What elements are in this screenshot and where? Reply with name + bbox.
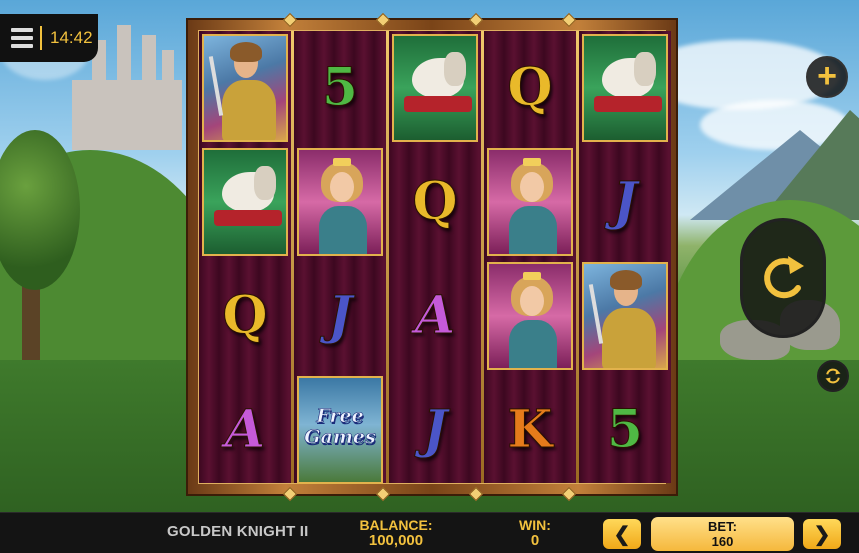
reel-3: QAJ <box>389 31 481 483</box>
balance-label: BALANCE: <box>359 517 433 533</box>
bet-display[interactable]: BET: 160 <box>651 517 794 551</box>
reel-4: QK <box>484 31 576 483</box>
reel-cell <box>389 31 481 145</box>
princess-symbol <box>487 262 573 370</box>
reel-cell <box>484 259 576 373</box>
win-display: WIN: 0 <box>506 517 564 549</box>
free-games-label: Free Games <box>299 405 381 448</box>
chevron-right-icon: ❯ <box>813 523 831 546</box>
menu-icon[interactable] <box>11 28 33 48</box>
autoplay-button[interactable] <box>817 360 849 392</box>
free-games-label-line1: Free <box>316 405 364 427</box>
bet-label: BET: <box>708 519 737 534</box>
princess-symbol <box>487 148 573 256</box>
bottom-bar: GOLDEN KNIGHT II BALANCE: 100,000 WIN: 0… <box>0 512 859 553</box>
reel-frame: Q A 5 J Free Games Q A J Q K J 5 <box>186 12 678 502</box>
symbol-j: J <box>612 171 638 232</box>
spin-button[interactable] <box>740 218 826 338</box>
symbol-q: Q <box>507 57 553 118</box>
reel-cell: Q <box>389 145 481 259</box>
symbol-j: J <box>422 399 448 460</box>
free-games-symbol: Free Games <box>297 376 383 484</box>
symbol-a: A <box>224 399 266 460</box>
spin-icon <box>764 256 804 299</box>
reel-cell: Q <box>484 31 576 145</box>
bet-increase-button[interactable]: ❯ <box>803 519 841 549</box>
free-games-label-line2: Games <box>304 426 376 448</box>
game-title: GOLDEN KNIGHT II <box>167 523 309 540</box>
knight-symbol <box>582 262 668 370</box>
autoplay-icon <box>825 368 841 384</box>
reel-cell <box>294 145 386 259</box>
plus-icon: + <box>817 57 837 95</box>
reel-cell <box>199 31 291 145</box>
reel-cell <box>579 259 671 373</box>
reel-cell: Q <box>199 259 291 373</box>
reel-cell <box>484 145 576 259</box>
bet-decrease-button[interactable]: ❮ <box>603 519 641 549</box>
chevron-left-icon: ❮ <box>613 523 631 546</box>
reel-cell: J <box>579 145 671 259</box>
reel-1: QA <box>199 31 291 483</box>
reel-cell <box>199 145 291 259</box>
reel-5: J5 <box>579 31 671 483</box>
symbol-5: 5 <box>606 399 644 460</box>
symbol-q: Q <box>412 171 458 232</box>
reel-cell: A <box>389 259 481 373</box>
horse-symbol <box>202 148 288 256</box>
reel-cell: J <box>389 373 481 487</box>
reels-area: Q A 5 J Free Games Q A J Q K J 5 <box>198 30 671 484</box>
symbol-j: J <box>327 285 353 346</box>
win-label: WIN: <box>519 517 551 533</box>
symbol-a: A <box>414 285 456 346</box>
horse-symbol <box>582 34 668 142</box>
reel-cell <box>579 31 671 145</box>
win-value: 0 <box>530 532 540 549</box>
reel-cell: 5 <box>579 373 671 487</box>
symbol-k: K <box>507 399 553 460</box>
reel-2: 5 J Free Games <box>294 31 386 484</box>
status-divider <box>40 26 42 50</box>
reel-cell: K <box>484 373 576 487</box>
reel-cell: Free Games <box>294 373 386 487</box>
reel-cell: A <box>199 373 291 487</box>
symbol-5: 5 <box>321 57 359 118</box>
bet-value: 160 <box>711 534 734 549</box>
reel-cell: J <box>294 259 386 373</box>
balance-display: BALANCE: 100,000 <box>352 517 440 549</box>
balance-value: 100,000 <box>368 532 424 549</box>
reel-cell: 5 <box>294 31 386 145</box>
horse-symbol <box>392 34 478 142</box>
status-pill: 14:42 <box>0 14 98 62</box>
knight-symbol <box>202 34 288 142</box>
princess-symbol <box>297 148 383 256</box>
add-funds-button[interactable]: + <box>806 56 848 98</box>
symbol-q: Q <box>222 285 268 346</box>
clock: 14:42 <box>50 28 93 47</box>
